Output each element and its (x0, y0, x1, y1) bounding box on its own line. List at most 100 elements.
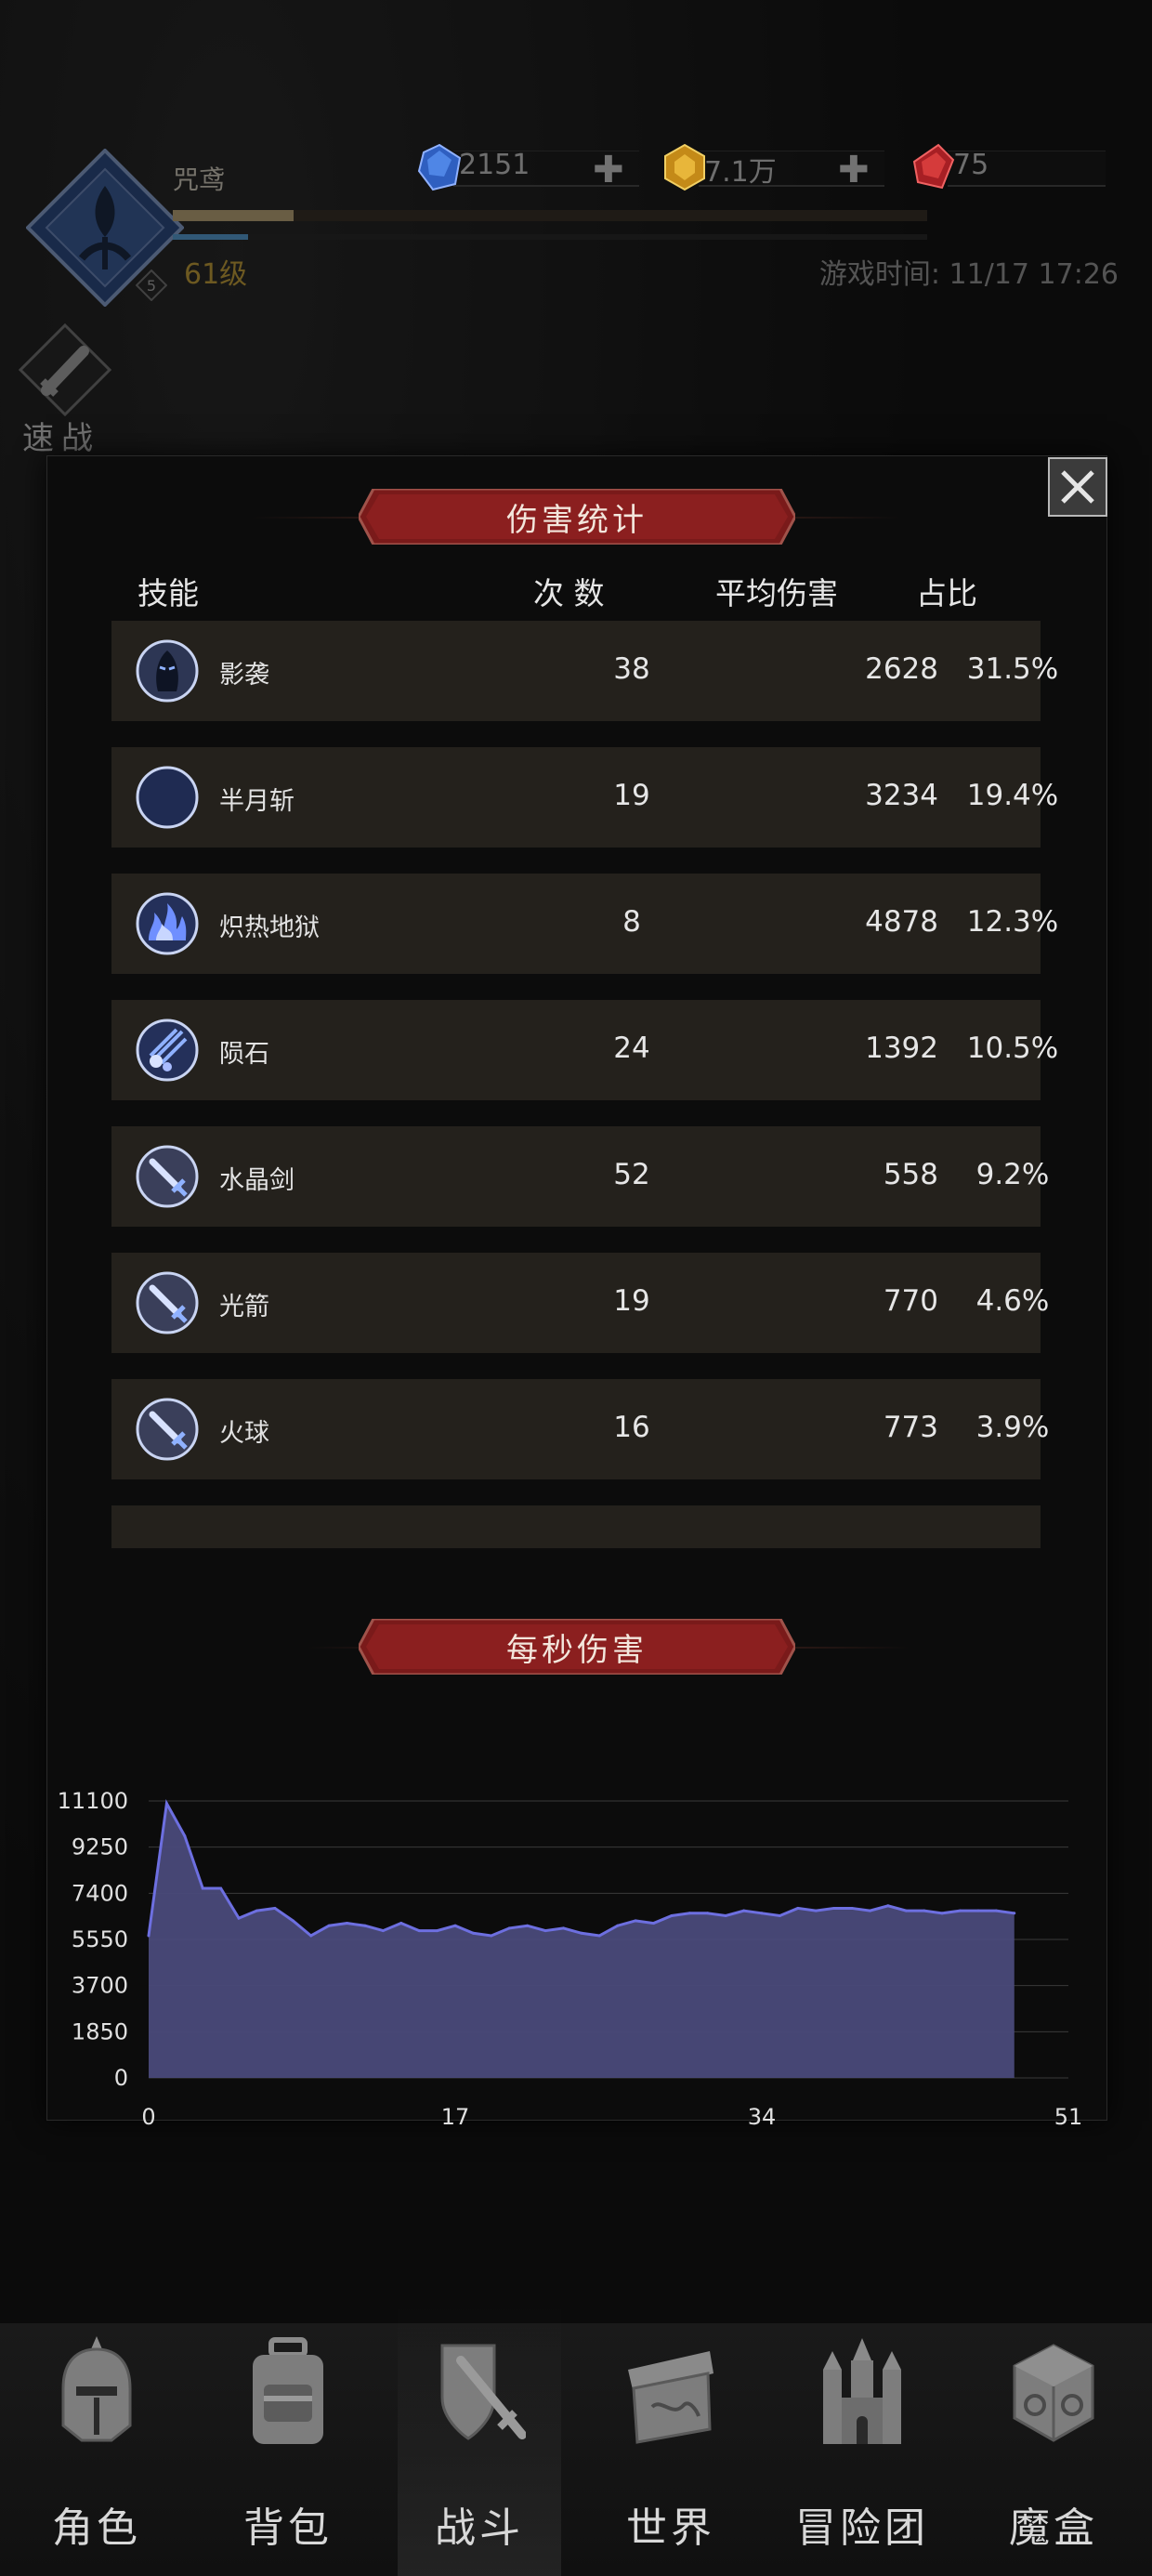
skill-name: 水晶剑 (219, 1166, 295, 1195)
dps-title: 每秒伤害 (506, 1631, 648, 1669)
close-icon (1061, 470, 1094, 504)
crystal-sword-icon (136, 1145, 199, 1208)
skill-avg-damage: 558 (883, 1158, 938, 1191)
header-count: 次 数 (533, 575, 605, 611)
dps-point (994, 1909, 998, 1912)
dps-point (706, 1912, 710, 1915)
dps-point (1013, 1912, 1016, 1915)
dps-point (526, 1924, 530, 1927)
light-arrow-icon (136, 1271, 199, 1334)
nav-item-world[interactable]: 世界 (587, 2323, 754, 2574)
damage-stats-title: 伤害统计 (506, 501, 648, 539)
dps-point (237, 1916, 241, 1920)
table-row-partial[interactable] (111, 1505, 1041, 1548)
skill-share: 31.5% (966, 652, 1059, 686)
x-tick-label: 0 (141, 2104, 155, 2130)
half-moon-slash-icon (136, 766, 199, 829)
table-row: 影袭 38 2628 31.5% (111, 621, 1058, 721)
nav-item-battle[interactable]: 战斗 (396, 2323, 563, 2574)
y-tick-label: 11100 (58, 1788, 128, 1814)
red-gem-icon (912, 143, 955, 190)
skill-share: 4.6% (975, 1284, 1050, 1318)
skill-share: 3.9% (975, 1411, 1050, 1444)
dps-point (742, 1909, 746, 1912)
dps-point (363, 1924, 367, 1927)
dps-point (670, 1913, 674, 1917)
dps-point (327, 1924, 331, 1927)
table-row: 半月斩 19 3234 19.4% (111, 747, 1058, 848)
table-row: 陨石 24 1392 10.5% (111, 1000, 1058, 1100)
blue-gem-icon (417, 143, 462, 191)
skill-count: 19 (613, 1284, 650, 1318)
skill-avg-damage: 3234 (865, 779, 938, 812)
dps-point (219, 1886, 223, 1890)
dps-point (346, 1922, 349, 1925)
skill-name: 光箭 (219, 1293, 269, 1321)
dps-point (923, 1909, 926, 1912)
y-tick-label: 9250 (72, 1834, 128, 1860)
x-tick-label: 51 (1054, 2104, 1083, 2130)
dps-point (417, 1929, 421, 1933)
table-row: 火球 16 773 3.9% (111, 1379, 1049, 1479)
skill-count: 24 (613, 1032, 650, 1065)
dps-banner: 每秒伤害 (359, 1619, 795, 1675)
dps-point (778, 1913, 781, 1917)
skill-count: 52 (613, 1158, 650, 1191)
nav-label: 世界 (626, 2504, 715, 2552)
header-avg-damage: 平均伤害 (715, 575, 838, 611)
blazing-inferno-icon (136, 892, 199, 955)
dps-point (507, 1926, 511, 1930)
dps-point (868, 1909, 871, 1912)
dps-point (471, 1931, 475, 1935)
dps-point (814, 1909, 818, 1912)
dps-point (147, 1934, 151, 1938)
skill-avg-damage: 773 (883, 1411, 938, 1444)
skill-name: 半月斩 (219, 787, 295, 816)
damage-stats-banner: 伤害统计 (359, 489, 795, 545)
nav-item-character[interactable]: 角色 (13, 2323, 180, 2574)
dps-point (436, 1929, 439, 1933)
skill-count: 16 (613, 1411, 650, 1444)
nav-item-backpack[interactable]: 背包 (204, 2323, 372, 2574)
nav-label: 战斗 (435, 2504, 524, 2552)
table-row: 炽热地狱 8 4878 12.3% (111, 874, 1058, 974)
dps-point (273, 1906, 277, 1910)
dps-point (453, 1924, 457, 1927)
nav-item-adventure-team[interactable]: 冒险团 (779, 2323, 946, 2574)
gold-gem-icon (664, 143, 705, 191)
skill-count: 8 (622, 905, 641, 939)
skill-avg-damage: 4878 (865, 905, 938, 939)
meteor-icon (136, 1019, 199, 1082)
y-tick-label: 1850 (72, 2018, 128, 2044)
dps-point (616, 1924, 620, 1927)
backpack-icon (253, 2337, 323, 2444)
skill-avg-damage: 770 (883, 1284, 938, 1318)
dps-point (399, 1922, 403, 1925)
x-tick-label: 17 (441, 2104, 470, 2130)
dps-point (580, 1931, 583, 1935)
nav-label: 背包 (243, 2504, 333, 2552)
skill-name: 陨石 (219, 1040, 269, 1069)
skill-name: 火球 (219, 1419, 269, 1448)
skill-name: 影袭 (219, 661, 269, 690)
dps-point (796, 1906, 800, 1910)
dps-point (490, 1934, 493, 1938)
skill-share: 12.3% (966, 905, 1059, 939)
close-button[interactable] (1048, 457, 1107, 517)
skill-share: 19.4% (966, 779, 1059, 812)
dps-point (381, 1929, 385, 1933)
dps-point (850, 1906, 854, 1910)
dps-point (634, 1919, 637, 1923)
skill-share: 9.2% (975, 1158, 1050, 1191)
header-share: 占比 (916, 575, 977, 611)
dps-point (886, 1904, 890, 1908)
header-skill: 技能 (137, 575, 199, 611)
skill-name: 炽热地狱 (219, 913, 320, 942)
y-tick-label: 7400 (72, 1880, 128, 1906)
dps-point (959, 1909, 962, 1912)
dps-point (183, 1834, 187, 1838)
dps-point (652, 1922, 656, 1925)
magic-box-icon (1013, 2344, 1094, 2442)
nav-item-magic-box[interactable]: 魔盒 (970, 2323, 1137, 2574)
nav-label: 魔盒 (1009, 2504, 1098, 2552)
